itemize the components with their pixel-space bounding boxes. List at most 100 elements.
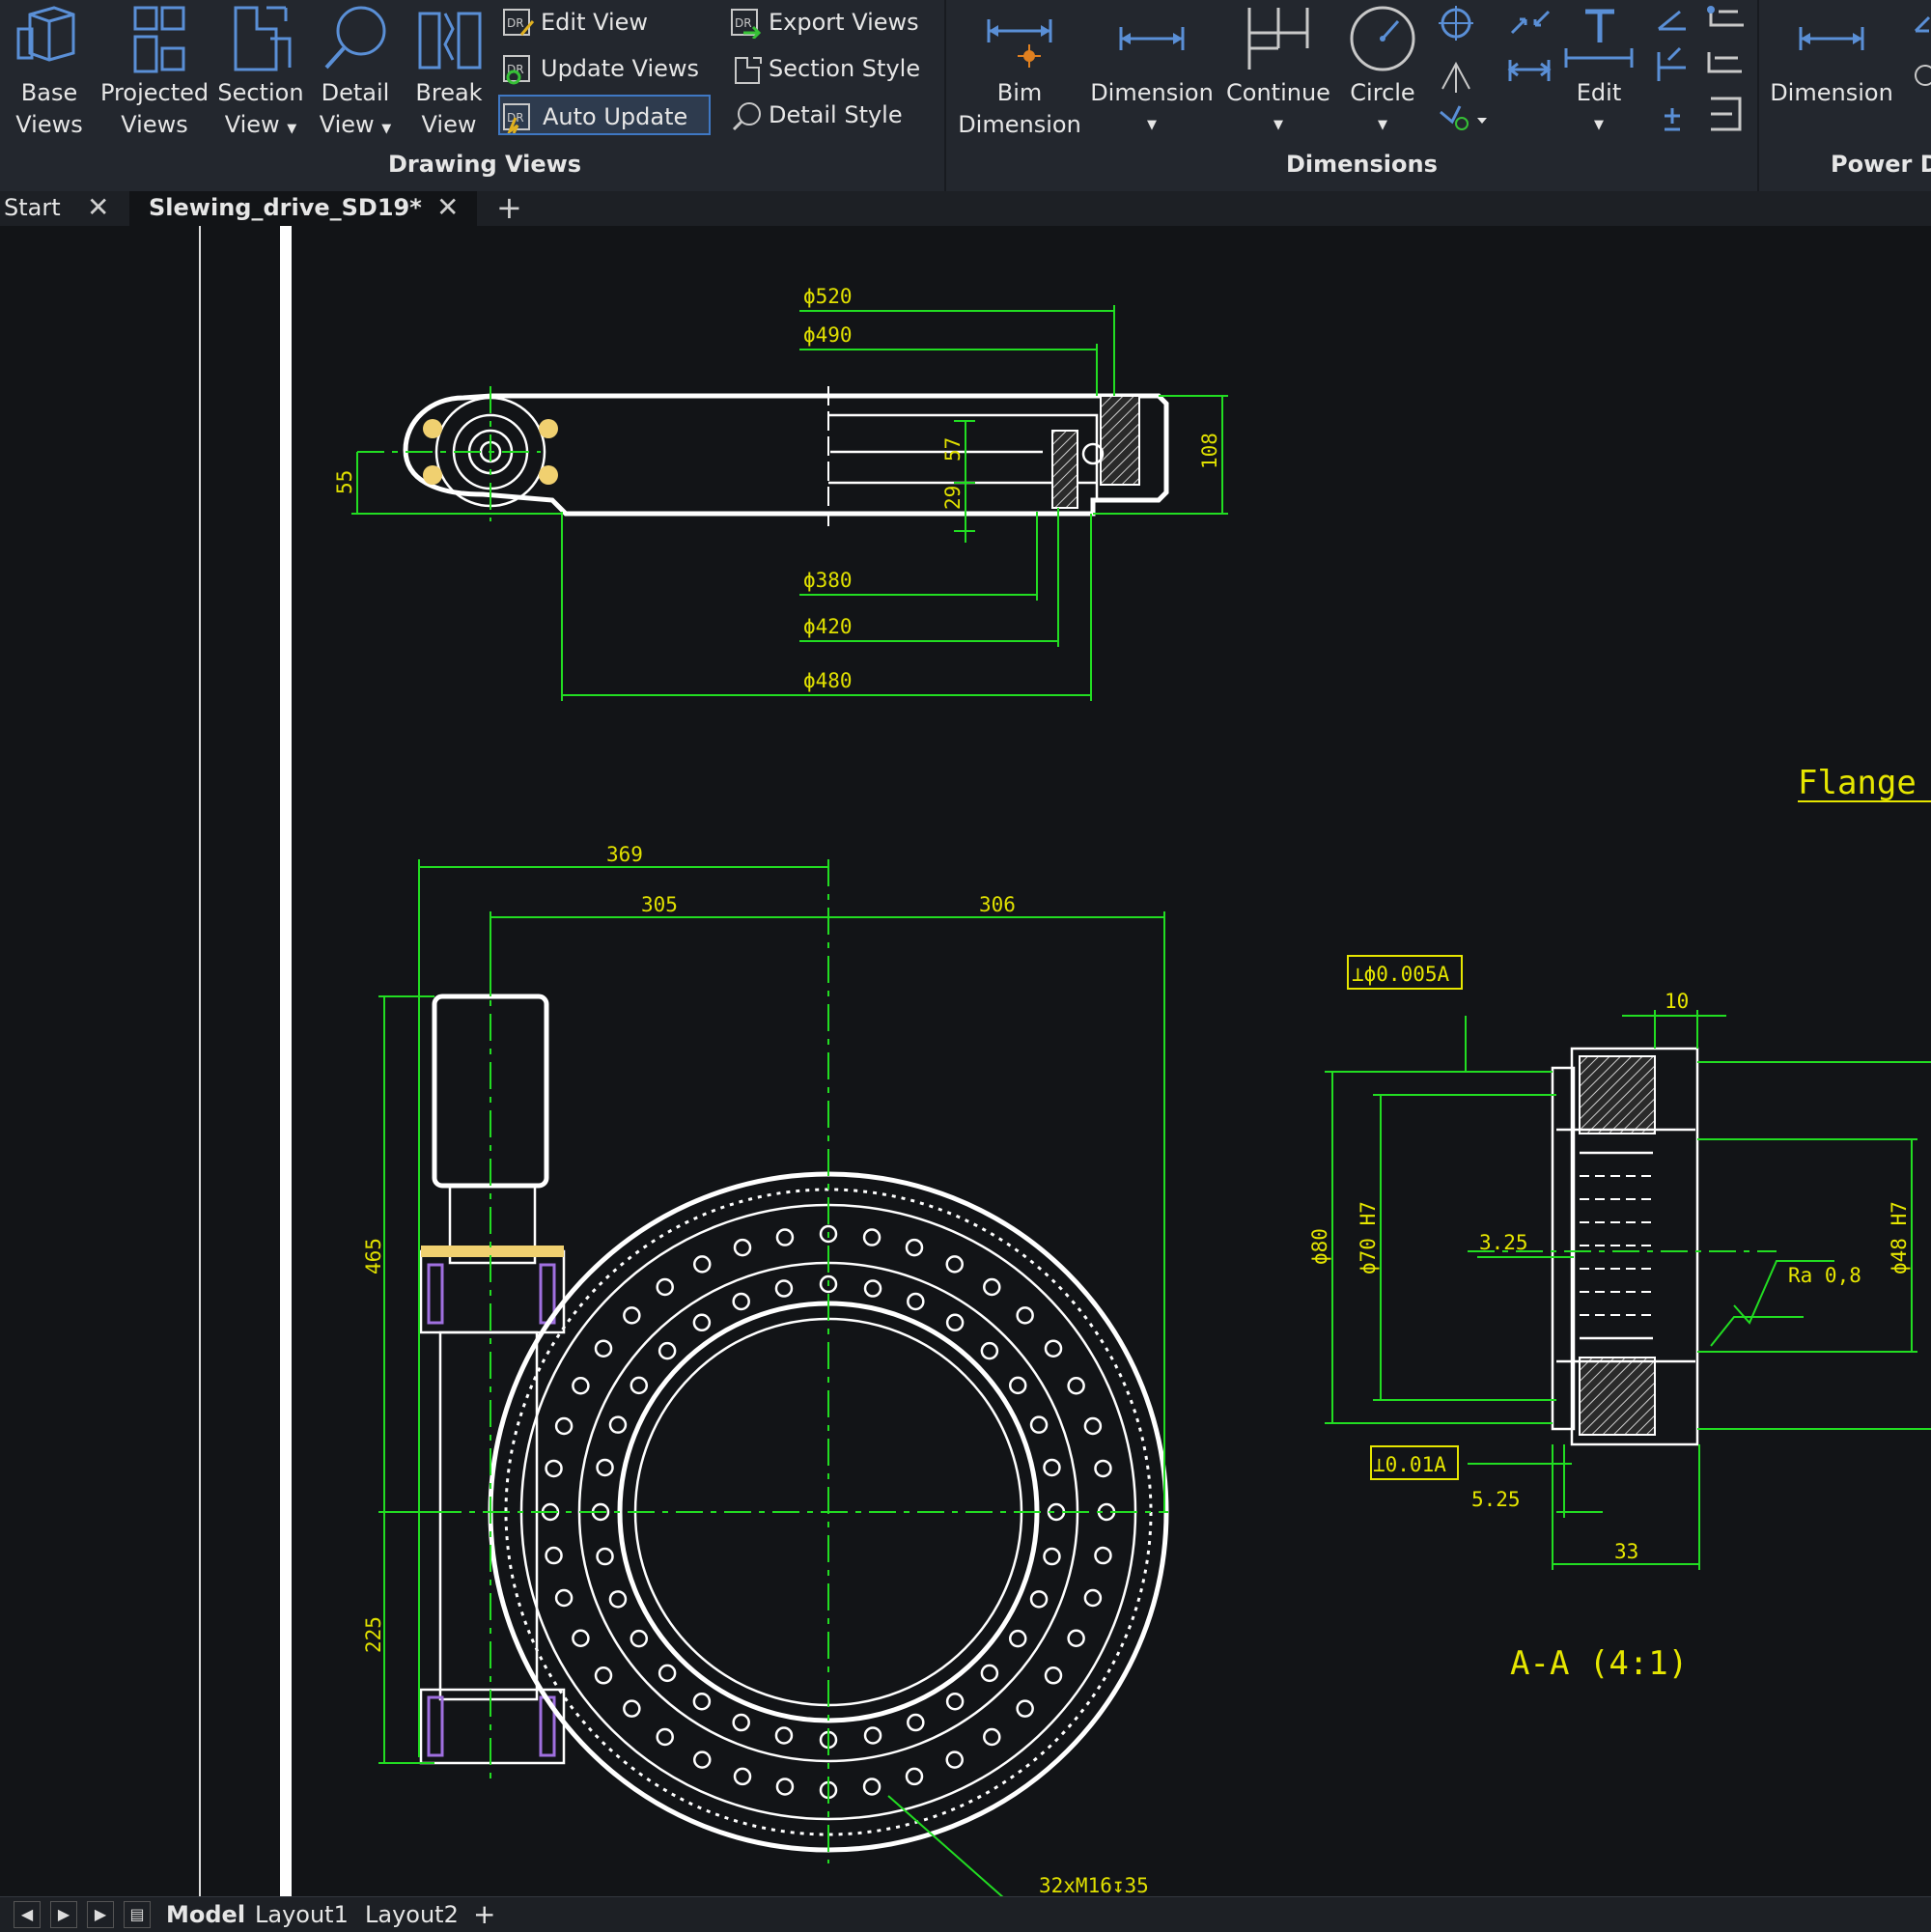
dim-d420: ϕ420 xyxy=(803,615,853,638)
dim-d480: ϕ480 xyxy=(803,669,853,692)
break-view-button[interactable]: Break View xyxy=(407,0,490,145)
bim-dimension-label-1: Bim xyxy=(996,79,1043,106)
tab-layout1[interactable]: Layout1 xyxy=(255,1897,349,1932)
power-dimension-label: Dimension xyxy=(1770,79,1893,106)
section-style-button[interactable]: Section Style xyxy=(730,48,923,89)
section-view-icon xyxy=(234,6,292,71)
auto-update-button[interactable]: DR Auto Update xyxy=(498,95,711,135)
bim-dimension-icon xyxy=(987,19,1052,68)
detail-view-button[interactable]: Detail View ▼ xyxy=(313,0,398,145)
bolt-hole xyxy=(1043,1458,1061,1477)
bolt-hole xyxy=(596,1458,614,1477)
bolt-hole xyxy=(1067,1377,1085,1395)
bolt-hole xyxy=(907,1292,925,1311)
base-views-label-2: Views xyxy=(15,111,83,138)
dimension-label: Dimension xyxy=(1090,79,1214,106)
bolt-hole xyxy=(863,1726,882,1745)
circle-label: Circle xyxy=(1350,79,1415,106)
continue-dropdown-icon[interactable]: ▼ xyxy=(1222,109,1334,141)
break-view-label-2: View xyxy=(421,111,477,138)
close-icon[interactable]: ✕ xyxy=(87,191,109,226)
layout-list-icon[interactable]: ▤ xyxy=(124,1901,151,1928)
detail-view-label-2: View ▼ xyxy=(319,111,392,138)
section-view-label-2: View ▼ xyxy=(224,111,297,138)
last-layout-icon[interactable]: ▶ xyxy=(87,1901,114,1928)
circle-dropdown-icon[interactable]: ▼ xyxy=(1342,109,1423,141)
continue-button[interactable]: Continue ▼ xyxy=(1222,0,1334,145)
base-views-button[interactable]: Base Views xyxy=(8,0,91,145)
detail-style-button[interactable]: Detail Style xyxy=(730,95,923,135)
dim-h55: 55 xyxy=(333,470,356,494)
bolt-hole xyxy=(732,1292,750,1311)
prev-layout-icon[interactable]: ▶ xyxy=(50,1901,77,1928)
bolt-hole xyxy=(554,1588,574,1608)
dim-w525: 5.25 xyxy=(1471,1488,1521,1511)
update-views-button[interactable]: DR Update Views xyxy=(502,48,714,89)
detail-view-label-1: Detail xyxy=(321,79,390,106)
detail-style-label: Detail Style xyxy=(769,101,903,128)
edit-label: Edit xyxy=(1576,79,1622,106)
document-tabs: Start ✕ Slewing_drive_SD19* ✕ + xyxy=(0,191,1931,226)
bolt-hole xyxy=(905,1767,924,1786)
edit-dimension-button[interactable]: Edit ▼ xyxy=(1560,0,1637,145)
power-dimension-extra[interactable] xyxy=(1902,6,1931,102)
edit-view-button[interactable]: DR Edit View xyxy=(502,2,695,42)
dim-h57: 57 xyxy=(941,437,965,462)
edit-view-label: Edit View xyxy=(541,9,649,36)
bolt-hole xyxy=(545,1459,563,1478)
dim-w33: 33 xyxy=(1614,1540,1638,1563)
export-views-button[interactable]: DR Export Views xyxy=(730,2,923,42)
bolt-hole xyxy=(945,1313,965,1332)
dim-w369: 369 xyxy=(606,843,643,866)
edit-dropdown-icon[interactable]: ▼ xyxy=(1560,109,1637,141)
tol-bottom: ⊥0.01A xyxy=(1373,1453,1446,1476)
detail-style-icon xyxy=(732,102,761,131)
tab-document[interactable]: Slewing_drive_SD19* xyxy=(149,191,422,226)
tab-layout2[interactable]: Layout2 xyxy=(365,1897,459,1932)
bolt-hole xyxy=(732,1713,750,1732)
add-layout-icon[interactable]: + xyxy=(473,1897,495,1932)
top-view: ϕ520 ϕ490 ϕ380 ϕ420 ϕ480 57 29 108 55 xyxy=(333,285,1228,701)
bolt-hole xyxy=(983,1727,1001,1747)
update-views-label: Update Views xyxy=(541,55,700,82)
bolt-hole xyxy=(630,1376,649,1395)
bolt-hole xyxy=(596,1547,614,1566)
bolt-hole xyxy=(1008,1376,1027,1395)
power-dimension-button[interactable]: Dimension xyxy=(1767,0,1896,145)
bolt-hole xyxy=(733,1767,752,1786)
bolt-hole xyxy=(1083,1588,1103,1608)
center-mark-icon[interactable] xyxy=(1435,6,1489,131)
continue-label: Continue xyxy=(1226,79,1330,106)
front-view: 369 305 306 465 225 32xM16↧35 xyxy=(362,843,1169,1896)
section-title: A-A (4:1) xyxy=(1510,1644,1688,1683)
section-view-button[interactable]: Section View ▼ xyxy=(216,0,305,145)
tab-model[interactable]: Model xyxy=(166,1897,245,1932)
bolt-hole xyxy=(980,1664,999,1683)
tab-start[interactable]: Start xyxy=(4,191,61,226)
bim-dimension-button[interactable]: Bim Dimension xyxy=(956,0,1083,145)
bolt-hole xyxy=(1029,1590,1049,1609)
bolt-hole xyxy=(1094,1459,1112,1478)
bim-dimension-label-2: Dimension xyxy=(958,111,1081,138)
dimension-tools-icons[interactable] xyxy=(1651,4,1757,139)
circle-button[interactable]: Circle ▼ xyxy=(1342,0,1423,145)
close-icon[interactable]: ✕ xyxy=(436,191,459,226)
projected-views-button[interactable]: Projected Views xyxy=(100,0,209,145)
bolt-hole xyxy=(623,1306,641,1325)
dim-d70: ϕ70 H7 xyxy=(1357,1201,1380,1274)
dim-w306: 306 xyxy=(979,893,1016,916)
add-tab-icon[interactable]: + xyxy=(496,191,522,226)
bolt-hole xyxy=(862,1228,882,1246)
dim-d520: ϕ520 xyxy=(803,285,853,308)
drawing-canvas[interactable]: ϕ520 ϕ490 ϕ380 ϕ420 ϕ480 57 29 108 55 36… xyxy=(0,226,1931,1896)
export-views-label: Export Views xyxy=(769,9,919,36)
bolt-hole xyxy=(1044,1666,1063,1685)
first-layout-icon[interactable]: ◀ xyxy=(14,1901,41,1928)
dimension-dropdown-icon[interactable]: ▼ xyxy=(1089,109,1215,141)
adjust-space-icon[interactable] xyxy=(1506,6,1554,102)
bolt-hole xyxy=(1008,1629,1027,1648)
dimension-button[interactable]: Dimension ▼ xyxy=(1089,0,1215,145)
export-views-icon: DR xyxy=(731,9,762,39)
dimension-icon xyxy=(1119,27,1185,50)
circle-icon xyxy=(1350,6,1415,71)
